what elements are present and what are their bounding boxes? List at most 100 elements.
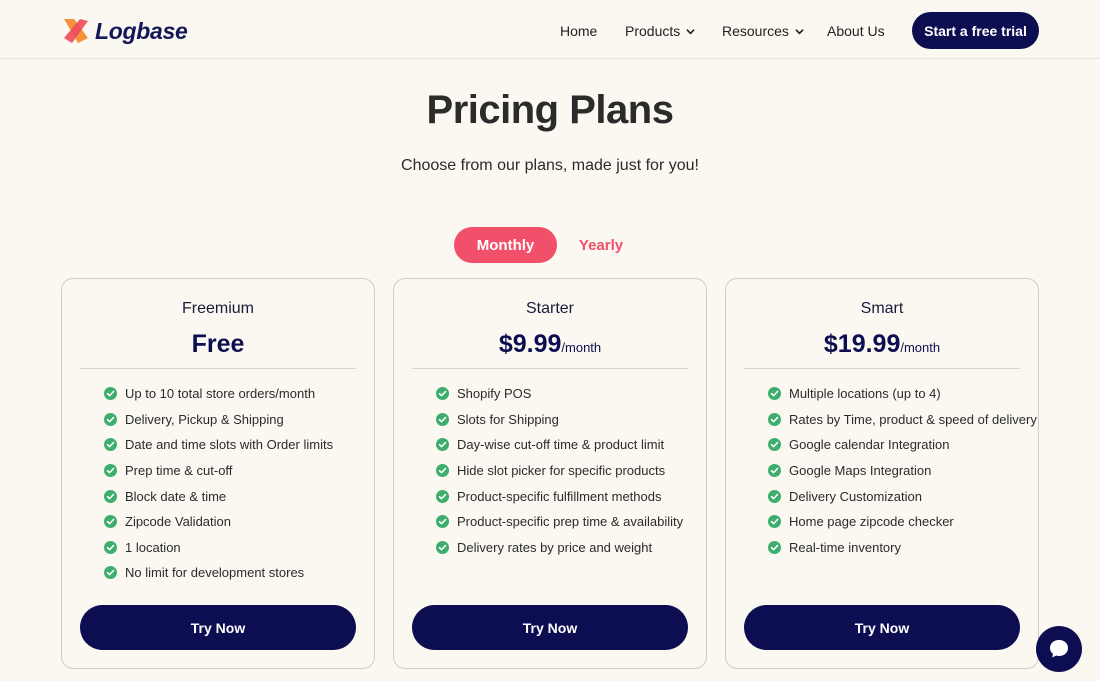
chevron-down-icon [686,28,695,34]
feature-list: Up to 10 total store orders/month Deliver… [104,381,333,586]
feature-text: Prep time & cut-off [125,463,233,479]
check-circle-icon [104,489,117,503]
billing-toggle-monthly[interactable]: Monthly [454,227,557,263]
plan-name: Smart [860,300,904,317]
check-circle-icon [436,515,449,529]
check-circle-icon [436,412,449,426]
feature-item: Date and time slots with Order limits [104,432,333,458]
feature-text: Delivery Customization [789,488,922,504]
feature-text: Product-specific prep time & availabilit… [457,514,684,530]
feature-text: Hide slot picker for specific products [457,463,666,479]
feature-item: Up to 10 total store orders/month [104,381,333,407]
nav-home[interactable]: Home [560,22,597,40]
check-circle-icon [768,540,781,554]
nav-resources[interactable]: Resources [722,22,804,40]
feature-text: 1 location [125,539,181,555]
feature-text: Slots for Shipping [457,411,559,427]
plan-price: Free [62,330,374,359]
chevron-down-icon [795,28,804,34]
check-circle-icon [768,489,781,503]
check-circle-icon [768,515,781,529]
check-circle-icon [436,540,449,554]
check-circle-icon [104,387,117,401]
logo-text: Logbase [95,17,188,44]
chat-bubble-icon [1050,640,1068,658]
nav-products-label: Products [625,23,681,39]
feature-text: Multiple locations (up to 4) [789,386,941,402]
feature-list: Shopify POS Slots for Shipping Day-wise cu… [436,381,683,560]
chat-widget-button[interactable] [1036,626,1082,672]
feature-text: Up to 10 total store orders/month [125,386,316,402]
nav-resources-label: Resources [722,23,789,39]
check-circle-icon [104,464,117,478]
site-header: Logbase Home Products Resources About Us… [0,0,1100,59]
check-circle-icon [436,489,449,503]
feature-text: Google calendar Integration [789,437,950,453]
divider [744,368,1020,369]
feature-text: Delivery, Pickup & Shipping [125,411,284,427]
check-circle-icon [436,464,449,478]
feature-text: No limit for development stores [125,565,305,581]
feature-text: Shopify POS [457,386,532,402]
feature-item: Delivery rates by price and weight [436,535,683,561]
feature-item: Slots for Shipping [436,407,683,433]
plan-card-smart: Smart $19.99/month Multiple locations (u… [725,278,1039,669]
feature-item: Product-specific prep time & availabilit… [436,509,683,535]
plan-name: Starter [525,300,574,317]
plan-price: $9.99/month [394,330,706,359]
plan-price-amount: $9.99 [498,330,562,358]
feature-item: Google Maps Integration [768,458,1037,484]
billing-toggle-yearly[interactable]: Yearly [567,227,635,263]
try-now-button[interactable]: Try Now [412,605,688,650]
nav-about[interactable]: About Us [827,22,885,40]
plan-price-period: /month [561,340,602,355]
feature-item: Day-wise cut-off time & product limit [436,432,683,458]
nav-about-label: About Us [827,23,885,39]
feature-item: Block date & time [104,483,333,509]
feature-item: Rates by Time, product & speed of delive… [768,407,1037,433]
logo-mark-icon [64,19,88,43]
feature-item: Delivery Customization [768,483,1037,509]
divider [412,368,688,369]
check-circle-icon [104,566,117,580]
check-circle-icon [104,438,117,452]
feature-item: Home page zipcode checker [768,509,1037,535]
feature-text: Date and time slots with Order limits [125,437,334,453]
feature-item: Zipcode Validation [104,509,333,535]
plan-card-starter: Starter $9.99/month Shopify POS Slots for… [393,278,707,669]
check-circle-icon [768,464,781,478]
plan-price-period: /month [900,340,941,355]
page-title: Pricing Plans [426,88,674,132]
feature-text: Real-time inventory [789,539,901,555]
feature-text: Rates by Time, product & speed of delive… [789,411,1037,427]
check-circle-icon [104,412,117,426]
check-circle-icon [768,412,781,426]
feature-text: Delivery rates by price and weight [457,539,653,555]
feature-item: Google calendar Integration [768,432,1037,458]
feature-item: 1 location [104,535,333,561]
nav-home-label: Home [560,23,598,39]
logo[interactable]: Logbase [61,16,188,46]
feature-text: Google Maps Integration [789,463,932,479]
plan-card-freemium: Freemium Free Up to 10 total store order… [61,278,375,669]
feature-item: No limit for development stores [104,560,333,586]
plan-price: $19.99/month [726,330,1038,359]
feature-text: Block date & time [125,488,227,504]
feature-item: Hide slot picker for specific products [436,458,683,484]
feature-item: Prep time & cut-off [104,458,333,484]
nav-products[interactable]: Products [625,22,695,40]
start-free-trial-button[interactable]: Start a free trial [912,12,1039,49]
feature-item: Shopify POS [436,381,683,407]
check-circle-icon [436,387,449,401]
check-circle-icon [768,438,781,452]
feature-item: Real-time inventory [768,535,1037,561]
feature-item: Multiple locations (up to 4) [768,381,1037,407]
plan-price-amount: Free [191,330,245,358]
try-now-button[interactable]: Try Now [80,605,356,650]
divider [80,368,356,369]
check-circle-icon [104,540,117,554]
check-circle-icon [104,515,117,529]
feature-text: Product-specific fulfillment methods [457,488,662,504]
page-subtitle: Choose from our plans, made just for you… [401,157,699,174]
try-now-button[interactable]: Try Now [744,605,1020,650]
